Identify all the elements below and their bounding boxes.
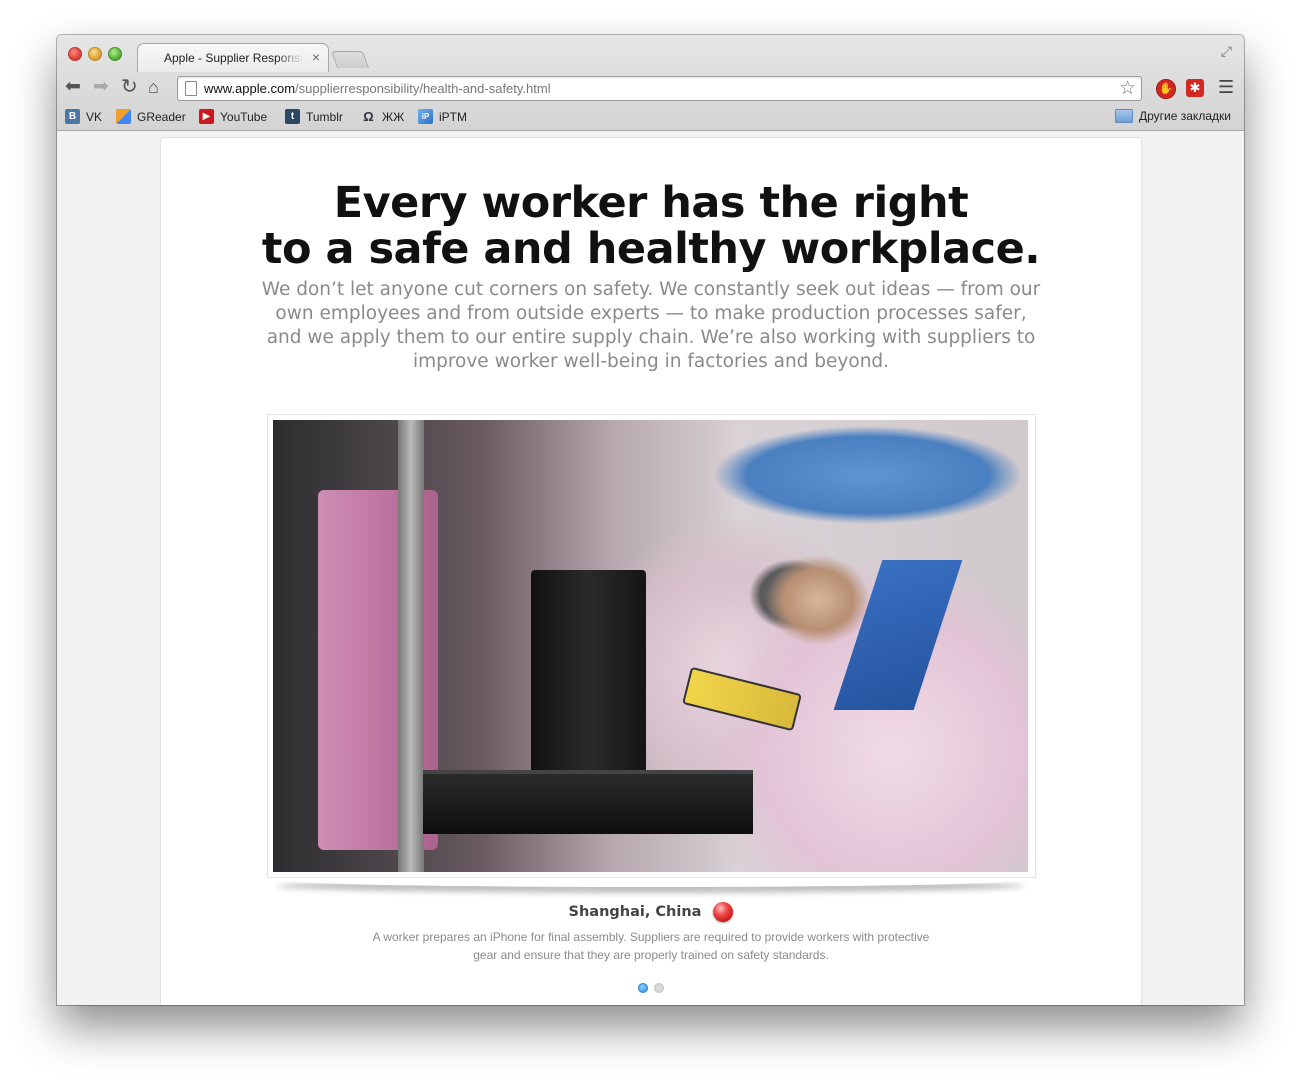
photo-black-fixture bbox=[531, 570, 646, 780]
address-bar[interactable]: www.apple.com/supplierresponsibility/hea… bbox=[177, 76, 1142, 101]
window-close-button[interactable] bbox=[68, 47, 82, 61]
reload-button[interactable]: ↻ bbox=[121, 77, 138, 97]
menu-icon[interactable]: ☰ bbox=[1218, 77, 1234, 98]
caption-place-label: Shanghai, China bbox=[568, 904, 702, 920]
factory-worker-photo[interactable] bbox=[273, 420, 1028, 872]
bookmarks-bar: B VK GReader ▶ YouTube t Tumblr Ω ЖЖ iP … bbox=[57, 106, 1244, 128]
lastpass-extension-icon[interactable]: ✱ bbox=[1186, 79, 1204, 97]
forward-button[interactable]: ➡ bbox=[93, 77, 109, 97]
slide-dot-2[interactable] bbox=[654, 983, 665, 993]
headline-line-2: to a safe and healthy workplace. bbox=[261, 224, 1041, 274]
bookmark-iptm[interactable]: iP iPTM bbox=[418, 109, 467, 124]
page-icon bbox=[185, 81, 197, 96]
tumblr-icon: t bbox=[285, 109, 300, 124]
url-path: /supplierresponsibility/health-and-safet… bbox=[295, 81, 551, 96]
map-pin-icon[interactable] bbox=[713, 902, 734, 922]
photo-trays bbox=[423, 770, 753, 834]
folder-icon bbox=[1115, 109, 1133, 123]
bookmark-label: ЖЖ bbox=[382, 109, 405, 124]
caption-location: Shanghai, China bbox=[161, 902, 1141, 922]
bookmark-label: iPTM bbox=[439, 109, 467, 124]
content-panel: Every worker has the right to a safe and… bbox=[160, 137, 1142, 1005]
url-text[interactable]: www.apple.com/supplierresponsibility/hea… bbox=[204, 81, 551, 96]
photo-frame bbox=[267, 414, 1036, 878]
adblock-extension-icon[interactable]: ✋ bbox=[1156, 79, 1176, 99]
slide-pagination bbox=[161, 980, 1141, 998]
bookmark-label: Tumblr bbox=[306, 109, 343, 124]
bookmark-greader[interactable]: GReader bbox=[116, 109, 186, 124]
bookmark-youtube[interactable]: ▶ YouTube bbox=[199, 109, 267, 124]
slide-dot-1[interactable] bbox=[637, 983, 648, 993]
bookmark-label: GReader bbox=[137, 109, 186, 124]
url-host: www.apple.com bbox=[204, 81, 296, 96]
page-headline: Every worker has the right to a safe and… bbox=[161, 180, 1141, 272]
headline-line-1: Every worker has the right bbox=[333, 178, 969, 228]
bookmark-vk[interactable]: B VK bbox=[65, 109, 102, 124]
bookmark-label: VK bbox=[86, 109, 103, 124]
browser-tab[interactable]: Apple - Supplier Responsibility × bbox=[137, 43, 329, 72]
other-bookmarks-folder[interactable]: Другие закладки bbox=[1115, 109, 1231, 123]
livejournal-icon: Ω bbox=[363, 109, 374, 124]
tab-title: Apple - Supplier Responsibility bbox=[164, 51, 304, 65]
iptm-icon: iP bbox=[418, 109, 433, 124]
bookmark-lj[interactable]: Ω ЖЖ bbox=[361, 109, 404, 124]
bookmark-star-icon[interactable]: ☆ bbox=[1119, 77, 1136, 100]
new-tab-button[interactable] bbox=[330, 51, 370, 68]
window-minimize-button[interactable] bbox=[88, 47, 102, 61]
vk-icon: B bbox=[65, 109, 80, 124]
fullscreen-icon[interactable]: ⤢ bbox=[1221, 43, 1232, 60]
intro-paragraph: We don’t let anyone cut corners on safet… bbox=[261, 279, 1041, 372]
other-bookmarks-label: Другие закладки bbox=[1139, 109, 1231, 123]
bookmark-label: YouTube bbox=[220, 109, 268, 124]
youtube-icon: ▶ bbox=[199, 109, 214, 124]
home-button[interactable]: ⌂ bbox=[148, 77, 159, 97]
photo-metal-pole bbox=[398, 420, 424, 872]
page-viewport: Every worker has the right to a safe and… bbox=[57, 131, 1244, 1005]
photo-blue-collar bbox=[833, 560, 963, 710]
browser-window: Apple - Supplier Responsibility × ⤢ ⬅ ➡ … bbox=[57, 35, 1244, 1005]
greader-icon bbox=[116, 109, 131, 124]
tab-close-icon[interactable]: × bbox=[312, 49, 320, 65]
window-maximize-button[interactable] bbox=[108, 47, 122, 61]
caption-description: A worker prepares an iPhone for final as… bbox=[372, 930, 930, 962]
back-button[interactable]: ⬅ bbox=[65, 77, 81, 97]
browser-chrome: Apple - Supplier Responsibility × ⤢ ⬅ ➡ … bbox=[57, 35, 1244, 131]
bookmark-tumblr[interactable]: t Tumblr bbox=[285, 109, 343, 124]
photo-phone bbox=[682, 666, 802, 732]
